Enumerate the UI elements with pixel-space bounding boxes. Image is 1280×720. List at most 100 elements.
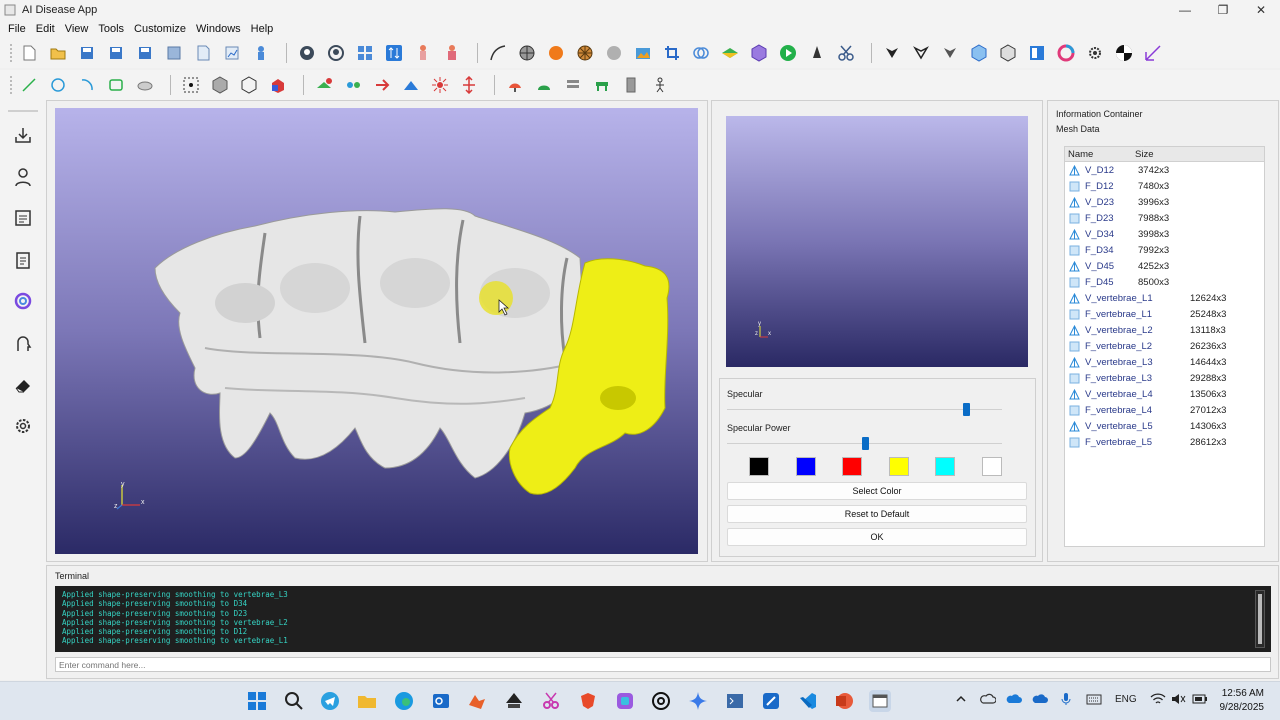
view-cube-icon[interactable] (967, 41, 991, 65)
body-icon[interactable] (411, 41, 435, 65)
terminal-output[interactable]: Applied shape-preserving smoothing to ve… (55, 586, 1271, 652)
crop-icon[interactable] (660, 41, 684, 65)
texture-icon[interactable] (631, 41, 655, 65)
clipboard-icon[interactable] (10, 247, 36, 273)
powerpoint-icon[interactable] (833, 690, 855, 712)
mesh-row[interactable]: F_D34 7992x3 (1065, 242, 1264, 258)
column-icon[interactable] (619, 73, 643, 97)
menu-windows[interactable]: Windows (192, 23, 245, 35)
matlab-icon[interactable] (466, 690, 488, 712)
command-input[interactable] (55, 657, 1271, 672)
box-select-icon[interactable] (237, 73, 261, 97)
layout-icon[interactable] (1025, 41, 1049, 65)
select-point-icon[interactable] (179, 73, 203, 97)
close-button[interactable]: ✕ (1242, 0, 1280, 20)
sort-icon[interactable] (382, 41, 406, 65)
shapes-icon[interactable] (266, 73, 290, 97)
menu-customize[interactable]: Customize (130, 23, 190, 35)
menu-tools[interactable]: Tools (94, 23, 128, 35)
curve-icon[interactable] (486, 41, 510, 65)
app-launcher-icon[interactable] (760, 690, 782, 712)
flatten-icon[interactable] (399, 73, 423, 97)
box-icon[interactable] (996, 41, 1020, 65)
cut-icon[interactable] (834, 41, 858, 65)
grid-view-icon[interactable] (353, 41, 377, 65)
system-clock[interactable]: 12:56 AM 9/28/2025 (1220, 687, 1265, 715)
gray-sphere-icon[interactable] (602, 41, 626, 65)
menu-edit[interactable]: Edit (32, 23, 59, 35)
minimize-button[interactable]: — (1166, 0, 1204, 20)
wireframe-sphere-icon[interactable] (573, 41, 597, 65)
mesh-row[interactable]: F_vertebrae_L5 28612x3 (1065, 434, 1264, 450)
save-all-icon[interactable] (133, 41, 157, 65)
select-color-button[interactable]: Select Color (727, 482, 1027, 500)
target-icon[interactable] (1112, 41, 1136, 65)
mesh-row[interactable]: V_D45 4252x3 (1065, 258, 1264, 274)
cube-mesh-icon[interactable] (747, 41, 771, 65)
patient-icon[interactable] (440, 41, 464, 65)
inkscape-icon[interactable] (503, 690, 525, 712)
menu-view[interactable]: View (61, 23, 93, 35)
edge-icon[interactable] (393, 690, 415, 712)
settings-gear-icon[interactable] (1083, 41, 1107, 65)
mesh-sphere-icon[interactable] (515, 41, 539, 65)
explode-icon[interactable] (428, 73, 452, 97)
line-icon[interactable] (17, 73, 41, 97)
open-folder-icon[interactable] (46, 41, 70, 65)
color-swatch-red[interactable] (842, 457, 862, 476)
arc-icon[interactable] (75, 73, 99, 97)
landmark-outline-icon[interactable] (909, 41, 933, 65)
surface-map-icon[interactable] (718, 41, 742, 65)
menu-file[interactable]: File (4, 23, 30, 35)
ellipse-icon[interactable] (133, 73, 157, 97)
battery-icon[interactable] (1192, 692, 1208, 709)
preview-viewport[interactable]: y x z (726, 116, 1028, 367)
maximize-button[interactable]: ❐ (1204, 0, 1242, 20)
save-stl-icon[interactable] (104, 41, 128, 65)
onedrive-blue-icon[interactable] (1006, 692, 1022, 709)
import-icon[interactable] (10, 122, 36, 148)
mesh-row[interactable]: V_vertebrae_L3 14644x3 (1065, 354, 1264, 370)
column-size-header[interactable]: Size (1135, 149, 1153, 160)
specular-slider-handle[interactable] (963, 403, 971, 416)
mesh-row[interactable]: V_vertebrae_L4 13506x3 (1065, 386, 1264, 402)
file-explorer-icon[interactable] (356, 690, 378, 712)
vscode-icon[interactable] (797, 690, 819, 712)
volume-icon[interactable] (1170, 692, 1186, 709)
active-app-icon[interactable] (869, 690, 891, 712)
microphone-icon[interactable] (1060, 692, 1072, 709)
mesh-row[interactable]: F_D12 7480x3 (1065, 178, 1264, 194)
keyboard-icon[interactable] (1086, 692, 1102, 709)
terminal-scrollbar-thumb[interactable] (1258, 594, 1262, 644)
gemini-icon[interactable] (687, 690, 709, 712)
menu-help[interactable]: Help (247, 23, 278, 35)
ai-assistant-icon[interactable] (10, 288, 36, 314)
new-file-icon[interactable] (17, 41, 41, 65)
wifi-icon[interactable] (1150, 692, 1166, 709)
landmark-icon[interactable] (880, 41, 904, 65)
mesh-row[interactable]: V_vertebrae_L2 13118x3 (1065, 322, 1264, 338)
doctor-icon[interactable] (10, 164, 36, 190)
eraser-icon[interactable] (10, 372, 36, 398)
mesh-row[interactable]: V_D23 3996x3 (1065, 194, 1264, 210)
mesh-row[interactable]: V_D12 3742x3 (1065, 162, 1264, 178)
split-icon[interactable] (370, 73, 394, 97)
mesh-row[interactable]: F_vertebrae_L3 29288x3 (1065, 370, 1264, 386)
ok-button[interactable]: OK (727, 528, 1027, 546)
document-icon[interactable] (191, 41, 215, 65)
snipping-tool-icon[interactable] (540, 690, 562, 712)
chatgpt-icon[interactable] (650, 690, 672, 712)
mesh-row[interactable]: F_vertebrae_L4 27012x3 (1065, 402, 1264, 418)
cloud-icon[interactable] (1032, 692, 1048, 709)
person-icon[interactable] (249, 41, 273, 65)
rectangle-icon[interactable] (104, 73, 128, 97)
terminal-app-icon[interactable] (724, 690, 746, 712)
align-icon[interactable] (457, 73, 481, 97)
mesh-row[interactable]: F_vertebrae_L1 25248x3 (1065, 306, 1264, 322)
color-wheel-icon[interactable] (1054, 41, 1078, 65)
chart-icon[interactable] (220, 41, 244, 65)
merge-icon[interactable] (341, 73, 365, 97)
export-icon[interactable] (162, 41, 186, 65)
settings-icon[interactable] (10, 413, 36, 439)
mesh-row[interactable]: V_vertebrae_L1 12624x3 (1065, 290, 1264, 306)
